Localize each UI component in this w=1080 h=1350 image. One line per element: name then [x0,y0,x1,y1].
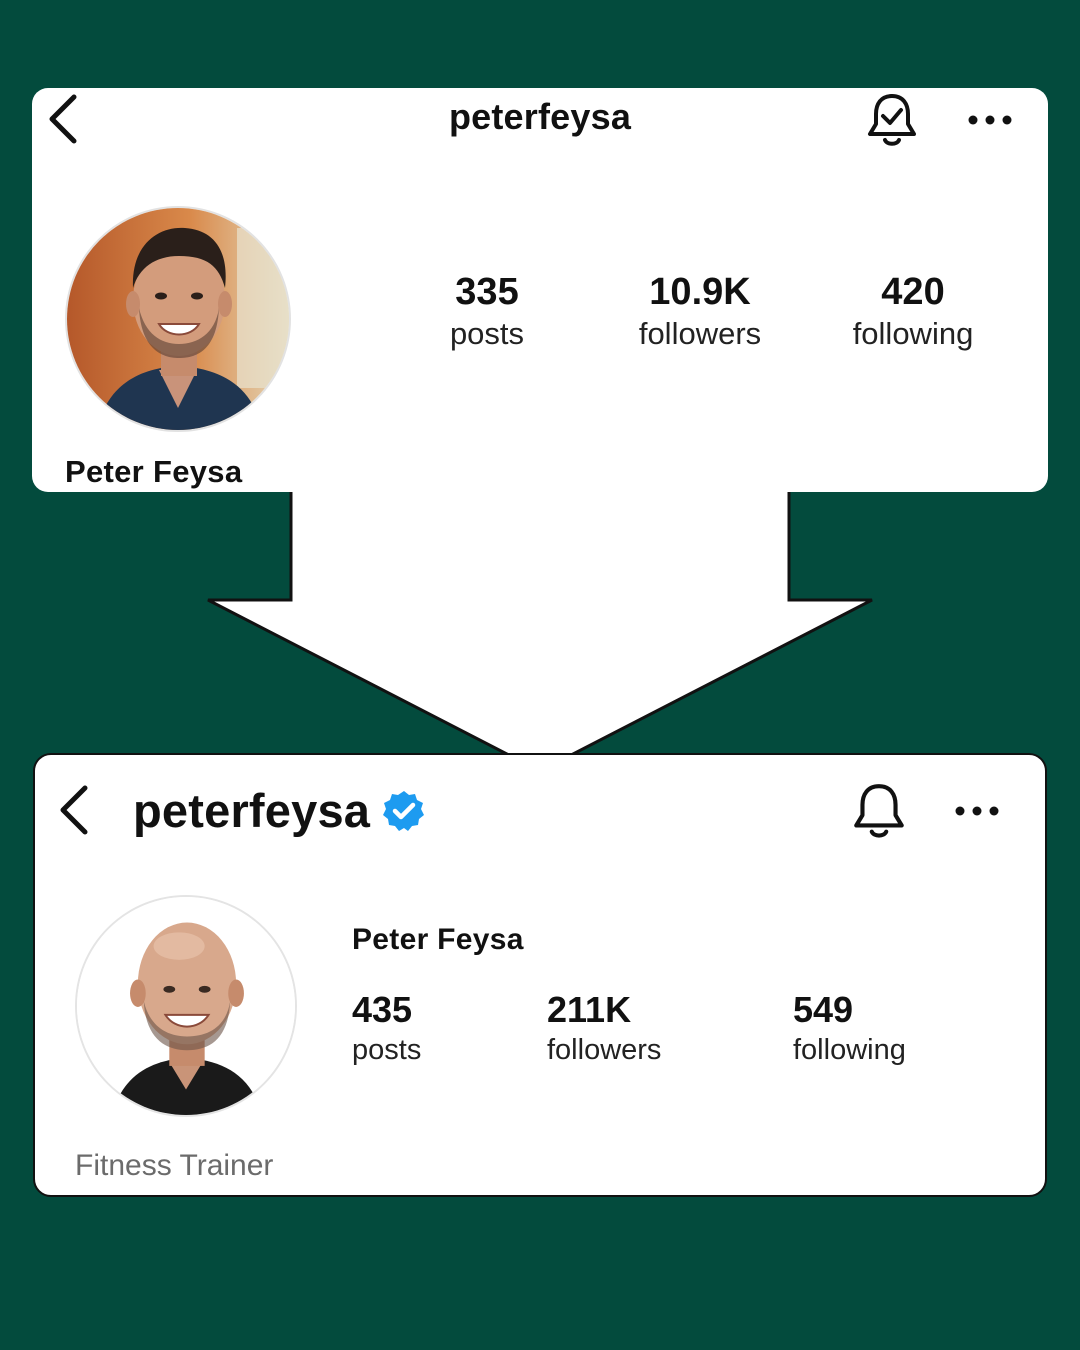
profile-username-row: peterfeysa [133,783,426,838]
stat-following[interactable]: 549 following [793,989,906,1069]
back-button[interactable] [51,779,97,841]
bell-icon [854,784,904,838]
profile-display-name: Peter Feysa [352,923,524,956]
stat-followers[interactable]: 10.9K followers [595,270,805,354]
stat-label: following [852,316,974,351]
stat-value: 420 [881,271,945,313]
more-horizontal-icon [955,806,999,816]
profile-display-name: Peter Feysa [65,454,243,489]
stat-label: followers [638,316,762,351]
stat-posts[interactable]: 335 posts [382,270,592,354]
stat-label: posts [449,316,525,351]
bell-check-icon [868,94,916,146]
more-horizontal-icon [968,115,1012,125]
profile-card-before: peterfeysa 335 posts 10.9K followers 420… [32,88,1048,492]
stat-label: followers [547,1034,662,1066]
stat-label: posts [352,1034,422,1066]
profile-avatar[interactable] [75,895,297,1117]
stat-value: 335 [455,271,519,313]
profile-avatar[interactable] [65,206,291,432]
avatar-photo [67,208,289,430]
stat-followers[interactable]: 211K followers [547,989,661,1069]
stat-value: 211K [547,989,632,1030]
chevron-left-icon [60,785,88,835]
avatar-photo [77,897,295,1115]
stat-label: following [793,1034,906,1066]
stat-value: 435 [352,989,413,1030]
stat-posts[interactable]: 435 posts [352,989,421,1069]
more-options-button[interactable] [949,793,1005,829]
verified-badge-icon [383,790,425,831]
stat-value: 549 [793,989,854,1030]
notifications-button[interactable] [847,777,911,845]
stat-following[interactable]: 420 following [808,270,1018,354]
stat-value: 10.9K [649,271,751,313]
profile-username: peterfeysa [133,784,371,837]
profile-bio: Fitness Trainer [75,1149,274,1182]
notifications-button[interactable] [862,88,922,152]
more-options-button[interactable] [962,102,1018,138]
profile-card-after: peterfeysa Peter Feysa 435 posts 211K fo… [33,753,1047,1197]
